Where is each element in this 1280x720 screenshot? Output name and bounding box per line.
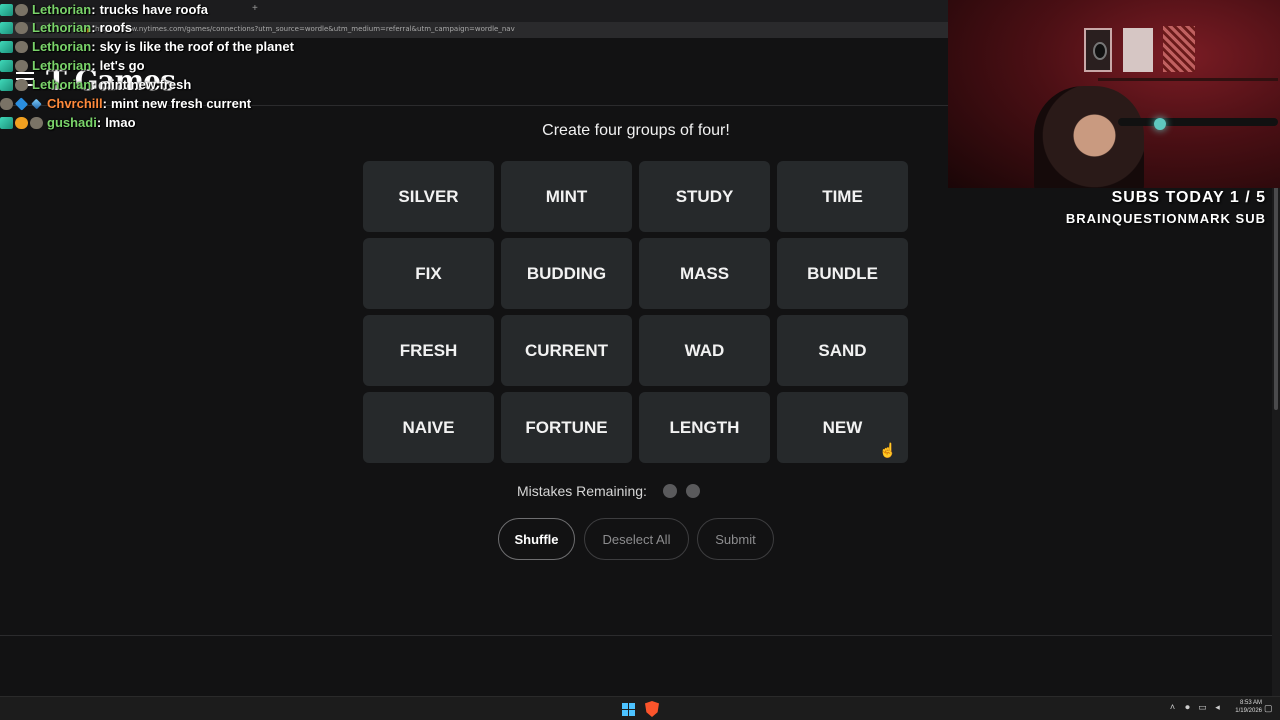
submit-button[interactable]: Submit — [697, 518, 774, 560]
chat-message: Lethorian: mint new fresh — [0, 75, 191, 94]
sub-goal-text: BRAINQUESTIONMARK SUB — [1065, 211, 1266, 226]
chat-message-text: let's go — [99, 58, 145, 73]
chat-message-text: trucks have roofa — [99, 2, 208, 17]
chat-badge-icon — [0, 40, 13, 53]
word-grid: SILVER MINT STUDY TIME FIX BUDDING MASS BUNDLE F… — [363, 161, 910, 463]
word-tile[interactable]: BUNDLE — [777, 238, 908, 309]
word-tile[interactable]: TIME — [777, 161, 908, 232]
mistake-dots — [647, 484, 700, 498]
clock-date: 1/19/2026 — [1235, 708, 1262, 714]
chat-separator: : — [91, 2, 96, 17]
wall-picture-frame — [1123, 28, 1153, 72]
chat-message-text: roofs — [99, 20, 133, 35]
chat-badge-icon — [15, 59, 28, 72]
chat-badge-icon — [15, 40, 28, 53]
screen: + 🔒 https://www.nytimes.com/games/connec… — [0, 0, 1280, 720]
chat-message-text: mint new fresh — [99, 77, 192, 92]
chat-message: Lethorian: roofs — [0, 18, 132, 37]
word-tile[interactable]: WAD — [639, 315, 770, 386]
new-tab-button[interactable]: + — [252, 3, 258, 14]
brave-browser-icon[interactable] — [645, 701, 659, 717]
taskbar-clock[interactable]: 8:53 AM 1/19/2026 — [1228, 699, 1262, 715]
mistakes-label: Mistakes Remaining: — [517, 483, 647, 499]
chat-message: Chvrchill: mint new fresh current — [0, 94, 251, 113]
chat-username[interactable]: Lethorian — [32, 77, 91, 92]
url-text[interactable]: https://www.nytimes.com/games/connection… — [95, 25, 515, 33]
footer-divider — [0, 635, 1272, 636]
word-tile[interactable]: SILVER — [363, 161, 494, 232]
word-tile[interactable]: CURRENT — [501, 315, 632, 386]
microphone-arm — [1118, 118, 1278, 126]
word-tile[interactable]: STUDY — [639, 161, 770, 232]
system-tray: ˄ ⏺ ▭ ◂ — [1168, 702, 1222, 713]
word-tile[interactable]: FORTUNE — [501, 392, 632, 463]
chat-message: Lethorian: sky is like the roof of the pl… — [0, 37, 294, 56]
chat-separator: : — [91, 20, 96, 35]
network-icon[interactable]: ▭ — [1198, 702, 1207, 713]
chat-username[interactable]: Lethorian — [32, 58, 91, 73]
notifications-icon[interactable]: ▢ — [1264, 703, 1273, 714]
mistake-dot — [685, 484, 700, 498]
word-tile[interactable]: FRESH — [363, 315, 494, 386]
wall-picture-frame — [1084, 28, 1112, 72]
word-tile[interactable]: MINT — [501, 161, 632, 232]
chat-badge-icon — [15, 78, 28, 91]
chat-badge-icon — [0, 97, 13, 110]
deselect-all-button[interactable]: Deselect All — [584, 518, 689, 560]
chat-username[interactable]: Lethorian — [32, 2, 91, 17]
address-bar[interactable]: 🔒 https://www.nytimes.com/games/connecti… — [0, 22, 948, 38]
microphone-icon[interactable]: ⏺ — [1183, 702, 1192, 713]
sub-goal-overlay: SUBS TODAY 1 / 5 BRAINQUESTIONMARK SUB — [1066, 189, 1266, 226]
chat-badge-icon — [0, 21, 13, 34]
chat-separator: : — [91, 58, 96, 73]
chat-username[interactable]: Chvrchill — [47, 96, 103, 111]
wall-picture-frame — [1163, 26, 1195, 72]
chat-badge-icon — [0, 78, 13, 91]
clock-time: 8:53 AM — [1239, 700, 1262, 706]
word-tile[interactable]: BUDDING — [501, 238, 632, 309]
chat-username[interactable]: Lethorian — [32, 20, 91, 35]
chat-message: Lethorian: trucks have roofa — [0, 0, 208, 19]
chat-badge-icon — [31, 98, 42, 109]
word-tile[interactable]: MASS — [639, 238, 770, 309]
chat-message-text: sky is like the roof of the planet — [99, 39, 294, 54]
chat-message: Lethorian: let's go — [0, 56, 145, 75]
chat-badge-icon — [15, 21, 28, 34]
chat-separator: : — [91, 39, 96, 54]
word-tile[interactable]: LENGTH — [639, 392, 770, 463]
mouse-pointer-hand-icon: ☝ — [879, 442, 897, 458]
shuffle-button[interactable]: Shuffle — [498, 518, 575, 560]
streamer — [1034, 86, 1144, 188]
subs-today-count: SUBS TODAY 1 / 5 — [1111, 189, 1266, 206]
word-tile[interactable]: SAND — [777, 315, 908, 386]
chat-username[interactable]: Lethorian — [32, 39, 91, 54]
chat-badge-icon — [14, 96, 29, 111]
light-glow — [1154, 118, 1166, 130]
shelf — [1098, 78, 1278, 81]
chat-badge-icon — [0, 59, 13, 72]
mistakes-remaining: Mistakes Remaining: — [517, 482, 700, 500]
webcam-feed — [948, 0, 1280, 188]
chat-badge-icon — [15, 3, 28, 16]
chat-separator: : — [91, 77, 96, 92]
chat-badge-icon — [0, 3, 13, 16]
word-tile[interactable]: FIX — [363, 238, 494, 309]
chat-separator: : — [102, 96, 107, 111]
windows-start-icon[interactable] — [622, 703, 635, 716]
chat-message-text: mint new fresh current — [110, 96, 252, 111]
word-tile[interactable]: NAIVE — [363, 392, 494, 463]
windows-taskbar: ˄ ⏺ ▭ ◂ 8:53 AM 1/19/2026 ▢ — [0, 696, 1280, 720]
chevron-up-icon[interactable]: ˄ — [1168, 702, 1177, 713]
speaker-icon[interactable]: ◂ — [1213, 702, 1222, 713]
mistake-dot — [662, 484, 677, 498]
